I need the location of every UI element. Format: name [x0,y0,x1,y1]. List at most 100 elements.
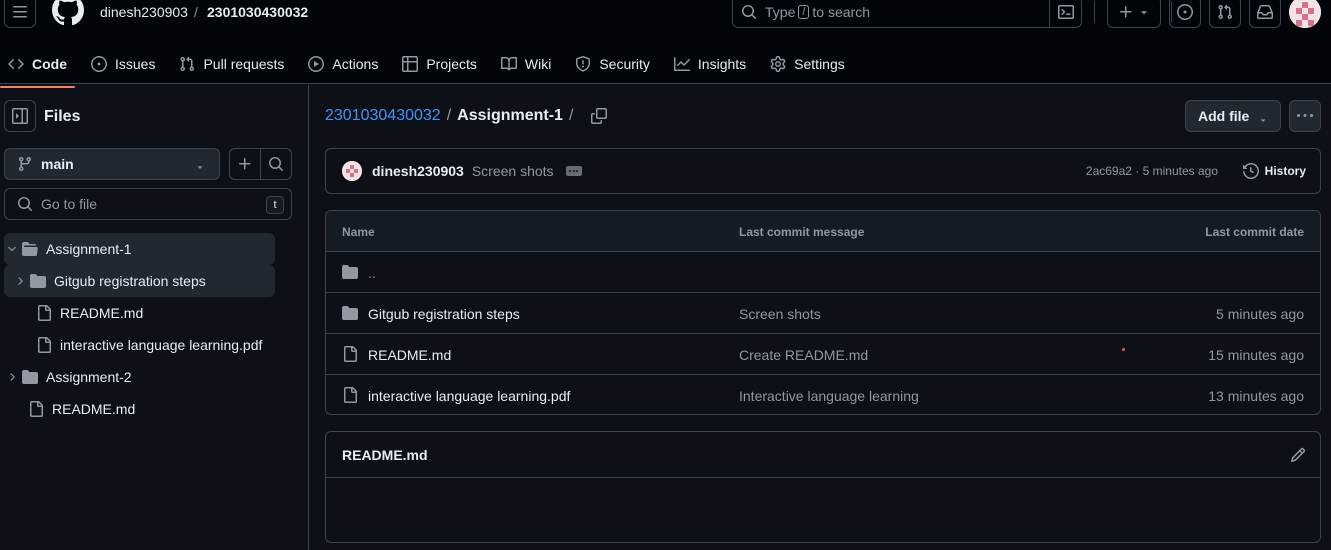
folder-icon [30,273,46,289]
tab-settings[interactable]: Settings [762,48,853,80]
identicon-avatar-icon [342,161,362,181]
hamburger-icon [13,6,27,18]
repo-name-link[interactable]: 2301030430032 [207,4,308,20]
tab-issues[interactable]: Issues [83,48,163,80]
chevron-right-icon[interactable] [4,371,20,383]
file-name-link[interactable]: interactive language learning.pdf [368,388,570,404]
breadcrumb-root-link[interactable]: 2301030430032 [325,107,441,125]
column-header-date: Last commit date [1205,225,1304,239]
copy-path-button[interactable] [591,108,608,124]
command-palette-button[interactable] [1049,0,1081,27]
edit-readme-button[interactable] [1290,447,1306,463]
tab-projects-label: Projects [426,56,477,72]
pull-requests-button[interactable] [1209,0,1241,28]
tab-security[interactable]: Security [567,48,658,80]
file-icon [36,305,52,321]
commit-message[interactable]: Screen shots [472,163,554,179]
search-icon [742,5,757,20]
pencil-icon [1290,447,1306,463]
file-name-link[interactable]: Gitgub registration steps [368,306,520,322]
sidebar-collapse-icon [12,108,28,124]
column-header-message: Last commit message [739,225,865,239]
issue-icon [91,56,107,72]
commit-date: 5 minutes ago [1216,306,1304,322]
column-header-name: Name [342,225,375,239]
create-new-button[interactable] [1107,0,1161,28]
tab-projects[interactable]: Projects [394,48,485,80]
tab-actions-label: Actions [332,56,379,72]
commit-date: 13 minutes ago [1208,388,1304,404]
plus-icon [239,158,251,170]
user-avatar[interactable] [1289,0,1321,28]
readme-title: README.md [342,447,428,463]
history-button[interactable]: History [1242,163,1306,179]
tree-item-label: Assignment-2 [46,369,132,385]
more-options-button[interactable] [1289,100,1321,132]
go-to-file-shortcut: t [266,196,284,214]
menu-button[interactable] [4,0,36,28]
file-icon [28,401,44,417]
table-row[interactable]: interactive language learning.pdf Intera… [326,375,1320,414]
chevron-down-icon[interactable] [4,243,20,255]
copy-icon [591,108,608,124]
inbox-icon [1257,4,1273,19]
history-icon [1242,163,1259,179]
breadcrumb-separator: / [446,107,452,124]
branch-selector[interactable]: main [4,148,220,180]
git-pull-request-icon [1218,4,1233,20]
header-divider [1094,1,1095,23]
tree-item-interactive-pdf[interactable]: interactive language learning.pdf [4,329,275,361]
commit-message-link[interactable]: Interactive language learning [739,388,919,404]
issues-button[interactable] [1169,0,1201,28]
add-file-button[interactable]: Add file [1185,100,1281,132]
tab-code[interactable]: Code [0,48,75,88]
commit-sha-and-time[interactable]: 2ac69a2 · 5 minutes ago [1086,164,1218,178]
tree-item-label: interactive language learning.pdf [60,337,263,353]
tree-item-assignment-1[interactable]: Assignment-1 [4,233,275,265]
pull-request-icon [180,56,195,72]
tree-item-assignment-2[interactable]: Assignment-2 [4,361,275,393]
parent-directory-link[interactable]: .. [368,265,376,281]
tree-item-root-readme[interactable]: README.md [4,393,275,425]
go-to-file-input[interactable]: Go to file t [4,188,292,220]
tab-wiki-label: Wiki [524,56,552,72]
play-icon [308,56,325,72]
tab-pull-requests[interactable]: Pull requests [171,48,292,80]
search-icon [18,197,33,212]
file-name-link[interactable]: README.md [368,347,451,363]
commit-message-link[interactable]: Create README.md [739,347,868,363]
branch-name: main [41,156,74,172]
triangle-down-icon [1260,119,1266,122]
folder-open-icon [22,241,38,257]
add-file-sidebar-button[interactable] [230,149,260,179]
commit-author[interactable]: dinesh230903 [372,163,464,179]
inbox-button[interactable] [1249,0,1281,28]
commit-message-link[interactable]: Screen shots [739,306,821,322]
top-header: dinesh230903 / 2301030430032 Type / to s… [0,0,1331,88]
tab-settings-label: Settings [794,56,845,72]
tree-item-gitgub-registration-steps[interactable]: Gitgub registration steps [4,265,275,297]
tree-item-readme[interactable]: README.md [4,297,275,329]
gear-icon [770,56,786,72]
breadcrumb-current: Assignment-1 [457,107,563,124]
search-code-button[interactable] [260,149,291,179]
breadcrumb-trailing-separator: / [568,107,574,124]
tree-item-label: README.md [60,305,144,321]
table-row-parent[interactable]: .. [326,252,1320,293]
chevron-right-icon[interactable] [12,275,28,287]
table-row[interactable]: README.md Create README.md 15 minutes ag… [326,334,1320,375]
tab-actions[interactable]: Actions [300,48,386,80]
search-input[interactable]: Type / to search [732,0,1082,28]
collapse-sidebar-button[interactable] [4,100,36,132]
tab-wiki[interactable]: Wiki [493,48,559,80]
search-prefix: Type [765,4,796,20]
latest-commit-bar: dinesh230903 Screen shots 2ac69a2 · 5 mi… [325,148,1321,194]
github-logo-icon[interactable] [52,0,84,26]
table-row[interactable]: Gitgub registration steps Screen shots 5… [326,293,1320,334]
commit-expand-button[interactable] [565,166,582,176]
code-icon [8,58,24,70]
tab-insights[interactable]: Insights [666,48,754,80]
commit-author-avatar[interactable] [342,161,362,181]
repo-owner-link[interactable]: dinesh230903 [100,4,188,20]
folder-icon [22,369,38,385]
